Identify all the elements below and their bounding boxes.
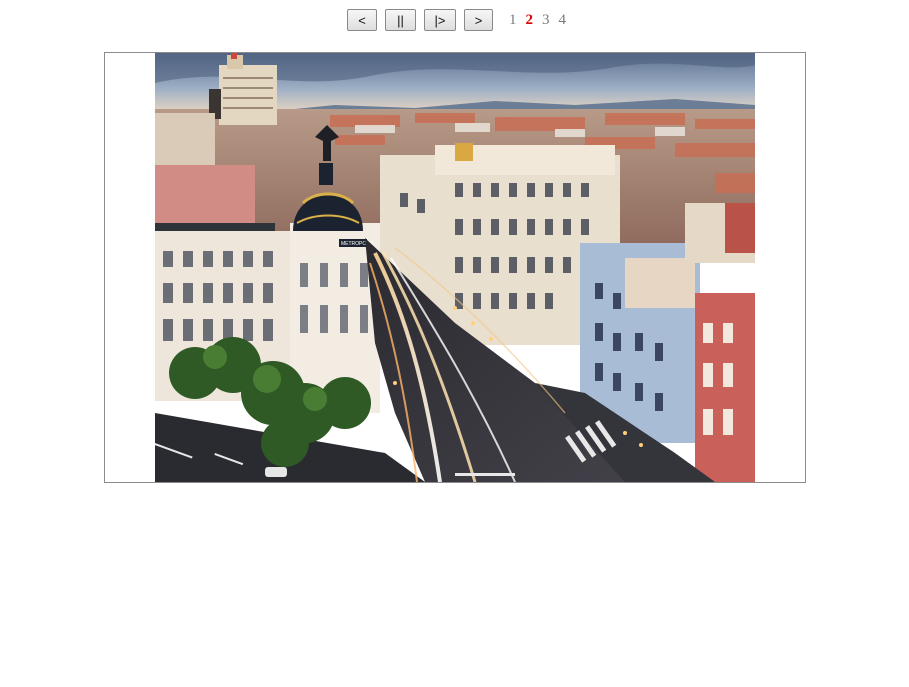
slide-frame: METROPOLIS [104, 52, 806, 483]
next-button[interactable]: > [464, 9, 493, 31]
page-link-1[interactable]: 1 [509, 12, 517, 29]
page-indicator: 1 2 3 4 [509, 12, 575, 29]
page-link-3[interactable]: 3 [542, 12, 550, 29]
page-link-4[interactable]: 4 [559, 12, 567, 29]
slide-image: METROPOLIS [155, 53, 755, 482]
play-button[interactable]: |> [424, 9, 456, 31]
pause-button[interactable]: || [385, 9, 416, 31]
page-link-2[interactable]: 2 [526, 12, 534, 29]
slideshow-controls: < || |> > 1 2 3 4 [347, 9, 575, 31]
city-photo: METROPOLIS [155, 53, 755, 482]
previous-button[interactable]: < [347, 9, 377, 31]
